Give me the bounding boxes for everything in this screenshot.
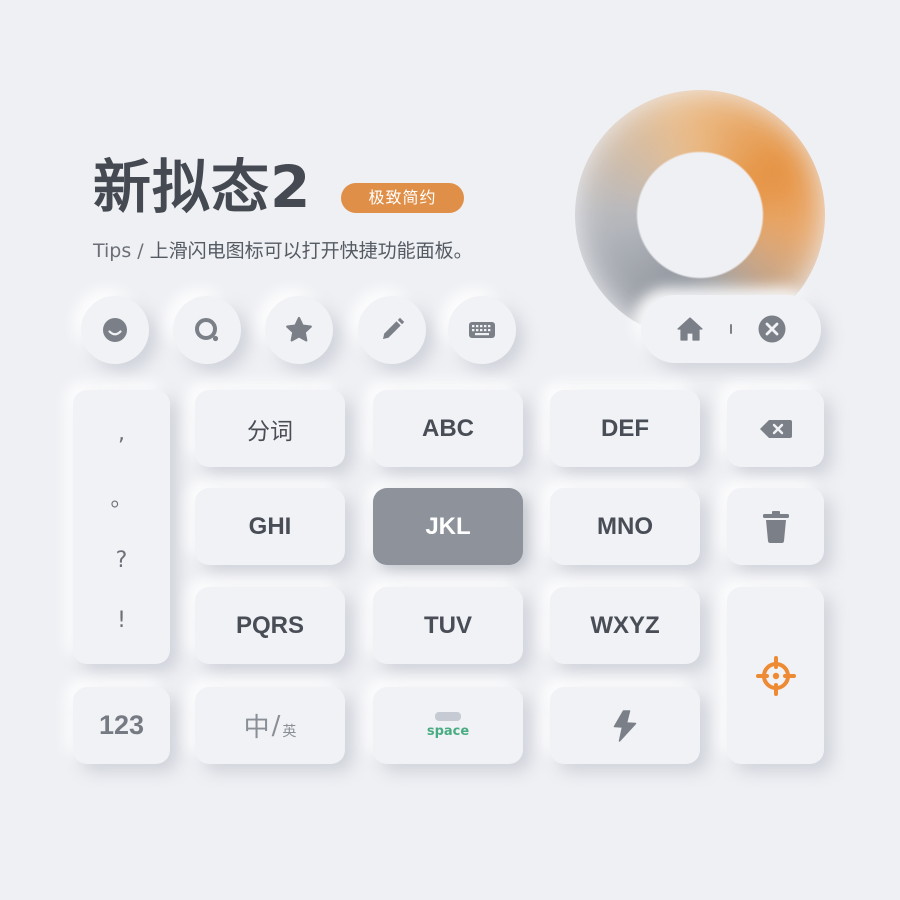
tips-line: Tips / 上滑闪电图标可以打开快捷功能面板。 (93, 236, 473, 263)
tips-separator: / (137, 240, 144, 262)
key-language-switch[interactable]: 中 / 英 (195, 687, 345, 764)
tips-text: 上滑闪电图标可以打开快捷功能面板。 (149, 240, 473, 262)
key-pqrs[interactable]: PQRS (195, 587, 345, 664)
key-lightning[interactable] (550, 687, 700, 764)
lang-primary: 中 (243, 713, 270, 743)
home-icon[interactable] (675, 314, 705, 344)
key-locate[interactable] (727, 587, 824, 764)
edit-button[interactable] (358, 296, 426, 364)
lang-slash: / (271, 710, 281, 741)
punct-key-period[interactable]: 。 (110, 481, 132, 513)
trash-icon (762, 510, 789, 543)
key-segment[interactable]: 分词 (195, 390, 345, 467)
space-label: space (426, 724, 470, 739)
star-icon (286, 316, 312, 342)
key-clear[interactable] (727, 488, 824, 565)
close-icon[interactable] (757, 314, 787, 344)
key-tuv[interactable]: TUV (373, 587, 523, 664)
pencil-icon (383, 317, 405, 339)
key-backspace[interactable] (727, 390, 824, 467)
search-button[interactable] (173, 296, 241, 364)
key-jkl[interactable]: JKL (373, 488, 523, 565)
key-abc[interactable]: ABC (373, 390, 523, 467)
key-def[interactable]: DEF (550, 390, 700, 467)
keyboard-icon (469, 322, 495, 338)
keyboard-button[interactable] (448, 296, 516, 364)
key-mno[interactable]: MNO (550, 488, 700, 565)
punct-key-comma[interactable]: , (118, 421, 125, 446)
punctuation-column: , 。 ? ! (73, 390, 170, 664)
key-space[interactable]: space (373, 687, 523, 764)
crosshair-icon (755, 655, 796, 696)
tips-label: Tips (93, 240, 132, 262)
favorite-button[interactable] (265, 296, 333, 364)
page-title: 新拟态2 (93, 153, 312, 221)
emoji-icon (103, 318, 127, 342)
key-ghi[interactable]: GHI (195, 488, 345, 565)
style-badge: 极致简约 (341, 183, 464, 213)
pill-divider (729, 324, 732, 334)
punct-key-exclamation[interactable]: ! (117, 608, 126, 633)
punct-key-question[interactable]: ? (116, 548, 128, 573)
lightning-icon (613, 709, 637, 742)
key-wxyz[interactable]: WXYZ (550, 587, 700, 664)
nav-pill (641, 295, 821, 363)
backspace-icon (759, 419, 792, 438)
search-icon (195, 318, 219, 342)
key-numbers[interactable]: 123 (73, 687, 170, 764)
space-bar-icon (435, 712, 461, 721)
emoji-button[interactable] (81, 296, 149, 364)
lang-secondary: 英 (282, 723, 297, 740)
